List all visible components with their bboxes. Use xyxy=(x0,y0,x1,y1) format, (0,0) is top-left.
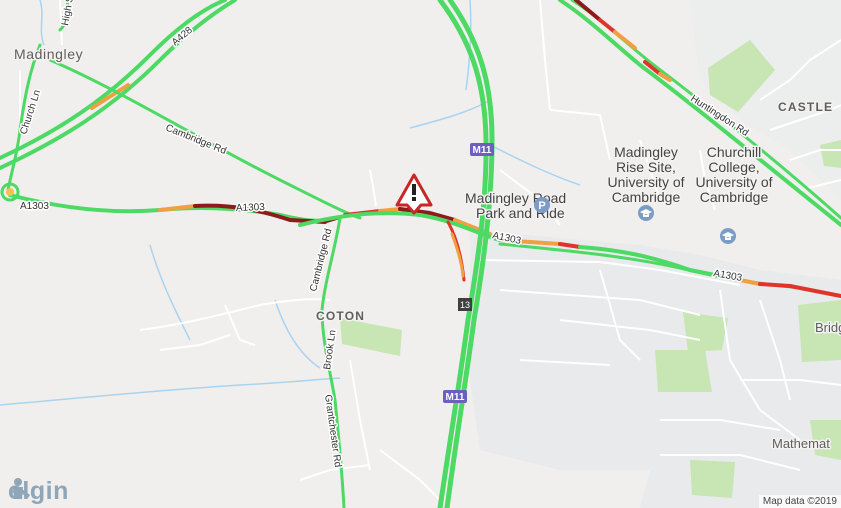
brand-logo: elgin xyxy=(8,477,69,506)
graduation-cap-icon xyxy=(638,205,654,221)
poi-label-line: Churchill xyxy=(707,144,761,160)
place-label-castle: CASTLE xyxy=(778,100,833,114)
junction-number-label: 13 xyxy=(460,300,470,310)
svg-text:P: P xyxy=(538,200,545,212)
graduation-cap-icon xyxy=(720,228,736,244)
m11-shield-label: M11 xyxy=(473,145,492,156)
poi-label-line: College, xyxy=(708,159,759,175)
road-label-a1303: A1303 xyxy=(236,202,266,214)
poi-label-line: University of xyxy=(607,174,684,190)
poi-label-line: University of xyxy=(695,174,772,190)
place-label-madingley: Madingley xyxy=(14,46,83,62)
place-label-coton: COTON xyxy=(316,309,365,323)
road-label-a1303: A1303 xyxy=(20,201,49,212)
place-label-mathematics: Mathemat xyxy=(772,436,830,451)
poi-label-line: Cambridge xyxy=(700,189,769,205)
poi-label-line: Madingley xyxy=(614,144,678,160)
traffic-map[interactable]: A1303 A1303 A1303 A1303 A428 Cambridge R… xyxy=(0,0,841,508)
m11-shield-label: M11 xyxy=(446,392,465,403)
poi-label-line: Rise Site, xyxy=(616,159,676,175)
workman-icon xyxy=(13,478,30,499)
m11-shield: M11 xyxy=(443,390,467,403)
map-canvas: A1303 A1303 A1303 A1303 A428 Cambridge R… xyxy=(0,0,841,508)
parking-icon: P xyxy=(534,197,550,213)
place-label-bridge: Bridg xyxy=(815,320,841,335)
m11-shield: M11 xyxy=(470,143,494,156)
poi-label-line: Park and Ride xyxy=(476,205,565,221)
poi-label-line: Cambridge xyxy=(612,189,681,205)
poi-park-and-ride[interactable]: Madingley Road Park and Ride P xyxy=(464,189,568,223)
poi-label-line: Madingley Road xyxy=(465,190,566,206)
roundabout-centre xyxy=(6,188,14,196)
map-attribution: Map data ©2019 xyxy=(758,495,841,508)
junction-number: 13 xyxy=(458,298,472,311)
